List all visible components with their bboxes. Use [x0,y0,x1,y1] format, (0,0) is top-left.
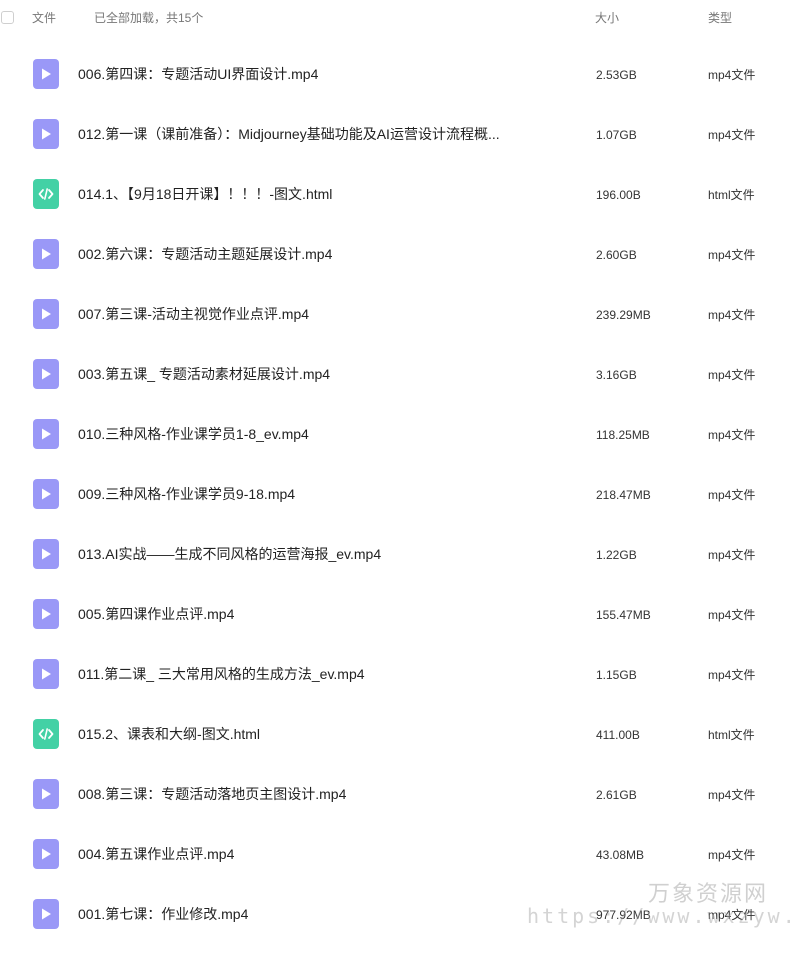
video-file-icon [33,839,59,869]
file-type: mp4文件 [708,128,756,142]
file-type: mp4文件 [708,488,756,502]
file-row[interactable]: 005.第四课作业点评.mp4 155.47MB mp4文件 [0,585,798,645]
file-type: mp4文件 [708,788,756,802]
select-all-checkbox[interactable] [1,11,14,24]
file-name[interactable]: 010.三种风格-作业课学员1-8_ev.mp4 [78,425,309,443]
file-row[interactable]: 013.AI实战——生成不同风格的运营海报_ev.mp4 1.22GB mp4文件 [0,525,798,585]
video-file-icon [33,779,59,809]
file-type: mp4文件 [708,848,756,862]
file-name[interactable]: 014.1、【9月18日开课】！！！-图文.html [78,185,332,203]
video-file-icon [33,419,59,449]
file-row[interactable]: 003.第五课_ 专题活动素材延展设计.mp4 3.16GB mp4文件 [0,345,798,405]
video-file-icon [33,599,59,629]
file-row[interactable]: 010.三种风格-作业课学员1-8_ev.mp4 118.25MB mp4文件 [0,405,798,465]
file-name[interactable]: 003.第五课_ 专题活动素材延展设计.mp4 [78,365,330,383]
file-row[interactable]: 014.1、【9月18日开课】！！！-图文.html 196.00B html文件 [0,165,798,225]
video-file-icon [33,539,59,569]
file-row[interactable]: 008.第三课：专题活动落地页主图设计.mp4 2.61GB mp4文件 [0,765,798,825]
file-type: mp4文件 [708,368,756,382]
file-size: 118.25MB [596,428,650,442]
video-file-icon [33,899,59,929]
column-header-file[interactable]: 文件 [32,10,56,26]
video-file-icon [33,659,59,689]
file-name[interactable]: 015.2、课表和大纲-图文.html [78,725,260,743]
file-row[interactable]: 012.第一课（课前准备）：Midjourney基础功能及AI运营设计流程概..… [0,105,798,165]
file-type: html文件 [708,188,755,202]
file-type: mp4文件 [708,548,756,562]
file-type: mp4文件 [708,608,756,622]
file-size: 411.00B [596,728,640,742]
video-file-icon [33,299,59,329]
watermark-url: https://www.wxzyw.cn [527,904,798,928]
video-file-icon [33,119,59,149]
file-size: 1.07GB [596,128,637,142]
file-size: 155.47MB [596,608,651,622]
file-name[interactable]: 002.第六课：专题活动主题延展设计.mp4 [78,245,332,263]
file-name[interactable]: 011.第二课_ 三大常用风格的生成方法_ev.mp4 [78,665,365,683]
file-name[interactable]: 004.第五课作业点评.mp4 [78,845,234,863]
file-size: 196.00B [596,188,641,202]
file-size: 2.60GB [596,248,637,262]
file-name[interactable]: 012.第一课（课前准备）：Midjourney基础功能及AI运营设计流程概..… [78,125,500,143]
column-header-type[interactable]: 类型 [708,10,732,26]
file-size: 218.47MB [596,488,651,502]
file-row[interactable]: 015.2、课表和大纲-图文.html 411.00B html文件 [0,705,798,765]
file-name[interactable]: 005.第四课作业点评.mp4 [78,605,234,623]
file-type: mp4文件 [708,68,756,82]
video-file-icon [33,359,59,389]
file-size: 1.15GB [596,668,637,682]
file-row[interactable]: 009.三种风格-作业课学员9-18.mp4 218.47MB mp4文件 [0,465,798,525]
file-size: 1.22GB [596,548,637,562]
file-row[interactable]: 007.第三课-活动主视觉作业点评.mp4 239.29MB mp4文件 [0,285,798,345]
file-row[interactable]: 006.第四课：专题活动UI界面设计.mp4 2.53GB mp4文件 [0,45,798,105]
file-type: html文件 [708,728,755,742]
file-type: mp4文件 [708,428,756,442]
loaded-count-text: 已全部加载，共15个 [94,11,204,25]
video-file-icon [33,239,59,269]
file-name[interactable]: 013.AI实战——生成不同风格的运营海报_ev.mp4 [78,545,381,563]
file-row[interactable]: 011.第二课_ 三大常用风格的生成方法_ev.mp4 1.15GB mp4文件 [0,645,798,705]
file-name[interactable]: 007.第三课-活动主视觉作业点评.mp4 [78,305,309,323]
file-size: 2.53GB [596,68,637,82]
column-header-size[interactable]: 大小 [595,10,619,26]
file-name[interactable]: 008.第三课：专题活动落地页主图设计.mp4 [78,785,346,803]
file-type: mp4文件 [708,308,756,322]
file-name[interactable]: 001.第七课：作业修改.mp4 [78,905,248,923]
html-file-icon [33,719,59,749]
file-name[interactable]: 006.第四课：专题活动UI界面设计.mp4 [78,65,318,83]
file-type: mp4文件 [708,668,756,682]
file-list-header: 文件 已全部加载，共15个 大小 类型 [0,0,798,36]
file-size: 3.16GB [596,368,637,382]
file-type: mp4文件 [708,248,756,262]
video-file-icon [33,479,59,509]
html-file-icon [33,179,59,209]
file-name[interactable]: 009.三种风格-作业课学员9-18.mp4 [78,485,295,503]
file-size: 2.61GB [596,788,637,802]
file-size: 43.08MB [596,848,645,862]
video-file-icon [33,59,59,89]
file-row[interactable]: 002.第六课：专题活动主题延展设计.mp4 2.60GB mp4文件 [0,225,798,285]
file-size: 239.29MB [596,308,651,322]
